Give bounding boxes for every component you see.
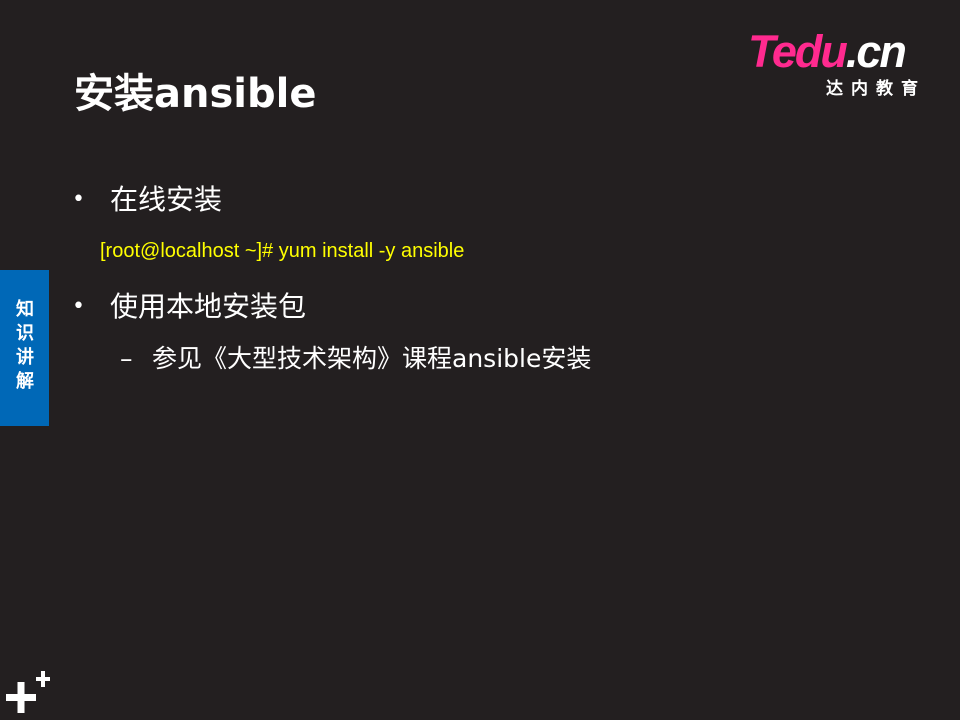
bullet-dot: • [72,187,85,212]
side-tab: 知识讲解 [0,270,49,426]
bullet-text: 在线安装 [110,183,223,216]
bullet-local-package: • 使用本地安装包 [72,287,306,327]
plus-icon [6,670,52,714]
side-tab-label: 知识讲解 [16,299,34,392]
logo-edu: edu [771,26,848,77]
slide-title: 安装ansible [74,71,317,117]
code-line: [root@localhost ~]# yum install -y ansib… [100,240,465,262]
sub-bullet-text: 参见《大型技术架构》课程ansible安装 [152,344,592,373]
logo-letter-t: T [748,26,774,77]
bullet-text: 使用本地安装包 [110,290,307,323]
bullet-dot: • [72,294,85,319]
slide: 安装ansible Tedu.cn 达内教育 • 在线安装 [root@local… [0,0,960,720]
logo-cn: cn [856,26,906,77]
logo-subtitle: 达内教育 [826,79,926,99]
logo-wordmark: Tedu.cn [748,26,907,77]
sub-bullet-dash: – [120,344,133,373]
logo-dot: . [845,26,858,77]
bullet-online-install: • 在线安装 [72,180,222,220]
tedu-logo: Tedu.cn 达内教育 [748,28,938,100]
sub-bullet-reference: – 参见《大型技术架构》课程ansible安装 [120,340,591,378]
